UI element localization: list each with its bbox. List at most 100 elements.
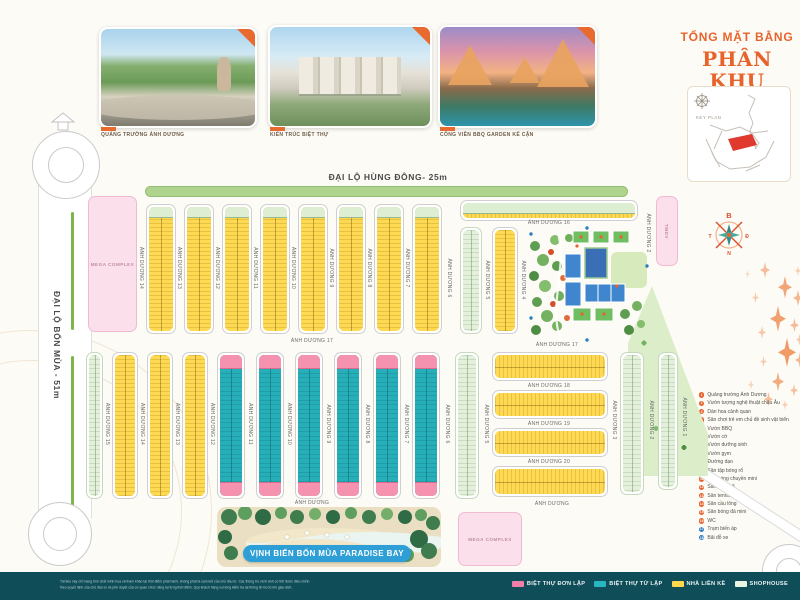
lot-rows (187, 207, 211, 331)
lot-type-item: BIỆT THỰ TỨ LẬP (594, 581, 662, 587)
lot-type-label: BIỆT THỰ TỨ LẬP (609, 581, 662, 587)
street-label: ÁNH DƯƠNG 11 (252, 247, 258, 289)
area-block: MEGA COMPLEX (458, 512, 522, 566)
street-label: ÁNH DƯƠNG 8 (364, 404, 370, 443)
villa-cap (376, 482, 398, 496)
street-label: ÁNH DƯƠNG (295, 500, 329, 506)
lot-block (147, 352, 173, 499)
left-avenue-road (38, 150, 92, 518)
street-label: ÁNH DƯƠNG 16 (528, 220, 570, 226)
lot-rows (301, 207, 325, 331)
shophouse-strip (187, 207, 211, 218)
lot-rows (661, 355, 675, 487)
lot-block (336, 204, 366, 334)
street-label: ÁNH DƯƠNG 8 (366, 248, 372, 287)
roundabout-inner (43, 517, 77, 551)
lot-block (222, 204, 252, 334)
lot-rows (415, 207, 439, 331)
street-label: ÁNH DƯƠNG 7 (403, 404, 409, 443)
gate-icon (50, 112, 76, 132)
lot-rows (495, 431, 605, 454)
area-label: MEGA COMPLEX (91, 262, 135, 267)
street-label: ÁNH DƯƠNG 5 (483, 404, 489, 443)
street-label: ÁNH DƯƠNG 6 (444, 404, 450, 443)
street-label: ÁNH DƯƠNG 15 (104, 403, 110, 445)
villa-cap (220, 355, 242, 369)
street-label: ÁNH DƯƠNG 12 (214, 247, 220, 289)
lot-block (412, 352, 440, 499)
masterplan-poster: QUẢNG TRƯỜNG ÁNH DƯƠNGKIẾN TRÚC BIỆT THỰ… (0, 0, 800, 600)
street-label: ÁNH DƯƠNG 17 (536, 342, 578, 348)
street-label: ÁNH DƯƠNG 13 (176, 247, 182, 289)
lot-rows (263, 207, 287, 331)
lot-block (298, 204, 328, 334)
villa-cap (298, 482, 320, 496)
lot-block (492, 390, 608, 419)
street-label: ÁNH DƯƠNG 12 (209, 403, 215, 445)
lot-rows (463, 203, 635, 218)
area-label: MEGA COMPLEX (468, 537, 512, 542)
lot-block (658, 352, 678, 490)
lot-rows (376, 355, 398, 496)
street-label: ÁNH DƯƠNG 7 (404, 248, 410, 287)
shophouse-strip (263, 207, 287, 218)
lot-block (373, 352, 401, 499)
road-median (71, 356, 74, 506)
lot-type-item: BIỆT THỰ ĐƠN LẬP (512, 581, 585, 587)
lot-rows (149, 207, 173, 331)
street-label: ÁNH DƯƠNG 2 (645, 213, 651, 252)
street-label: ÁNH DƯƠNG 3 (611, 400, 617, 439)
lot-block (460, 200, 638, 221)
lot-type-item: NHÀ LIỀN KỀ (672, 581, 726, 587)
shophouse-strip (225, 207, 249, 218)
lot-block (460, 227, 482, 334)
lot-block (374, 204, 404, 334)
top-avenue-label: ĐẠI LỘ HÙNG ĐÔNG- 25m (329, 172, 448, 182)
street-label: ÁNH DƯƠNG 10 (286, 403, 292, 445)
lot-type-label: BIỆT THỰ ĐƠN LẬP (527, 581, 585, 587)
villa-cap (415, 482, 437, 496)
top-avenue-median (145, 186, 628, 197)
villa-cap (220, 482, 242, 496)
street-label: ÁNH DƯƠNG 9 (328, 248, 334, 287)
lot-block (217, 352, 245, 499)
lot-rows (115, 355, 135, 496)
villa-cap (376, 355, 398, 369)
street-label: ÁNH DƯƠNG 11 (247, 403, 253, 445)
lot-rows (225, 207, 249, 331)
area-block: TMDV (656, 196, 678, 266)
lot-type-swatch (672, 581, 684, 587)
lot-type-item: SHOPHOUSE (735, 581, 788, 587)
street-label: ÁNH DƯƠNG 18 (528, 383, 570, 389)
lot-rows (623, 355, 641, 492)
lot-type-swatch (512, 581, 524, 587)
lot-rows (495, 355, 605, 378)
street-label: ÁNH DƯƠNG (535, 501, 569, 507)
street-label: ÁNH DƯƠNG 17 (291, 338, 333, 344)
street-label: ÁNH DƯƠNG 10 (290, 247, 296, 289)
shophouse-strip (301, 207, 325, 218)
lot-type-label: NHÀ LIỀN KỀ (687, 581, 726, 587)
lot-block (492, 466, 608, 497)
lot-block (492, 428, 608, 457)
lot-rows (220, 355, 242, 496)
lot-type-swatch (735, 581, 747, 587)
lot-rows (337, 355, 359, 496)
shophouse-strip (377, 207, 401, 218)
street-label: ÁNH DƯƠNG 6 (446, 258, 452, 297)
lot-rows (495, 393, 605, 416)
central-park (527, 226, 650, 342)
lot-block (492, 352, 608, 381)
lot-block (260, 204, 290, 334)
lot-block (455, 352, 479, 499)
lot-block (182, 352, 208, 499)
street-label: ÁNH DƯƠNG 13 (174, 403, 180, 445)
lot-block (295, 352, 323, 499)
street-label: ÁNH DƯƠNG 20 (528, 459, 570, 465)
villa-cap (259, 355, 281, 369)
lot-type-legend: BIỆT THỰ ĐƠN LẬP BIỆT THỰ TỨ LẬP NHÀ LIỀN … (512, 581, 788, 587)
street-label: ÁNH DƯƠNG 9 (325, 404, 331, 443)
lot-rows (150, 355, 170, 496)
lot-block (86, 352, 103, 499)
shophouse-strip (339, 207, 363, 218)
